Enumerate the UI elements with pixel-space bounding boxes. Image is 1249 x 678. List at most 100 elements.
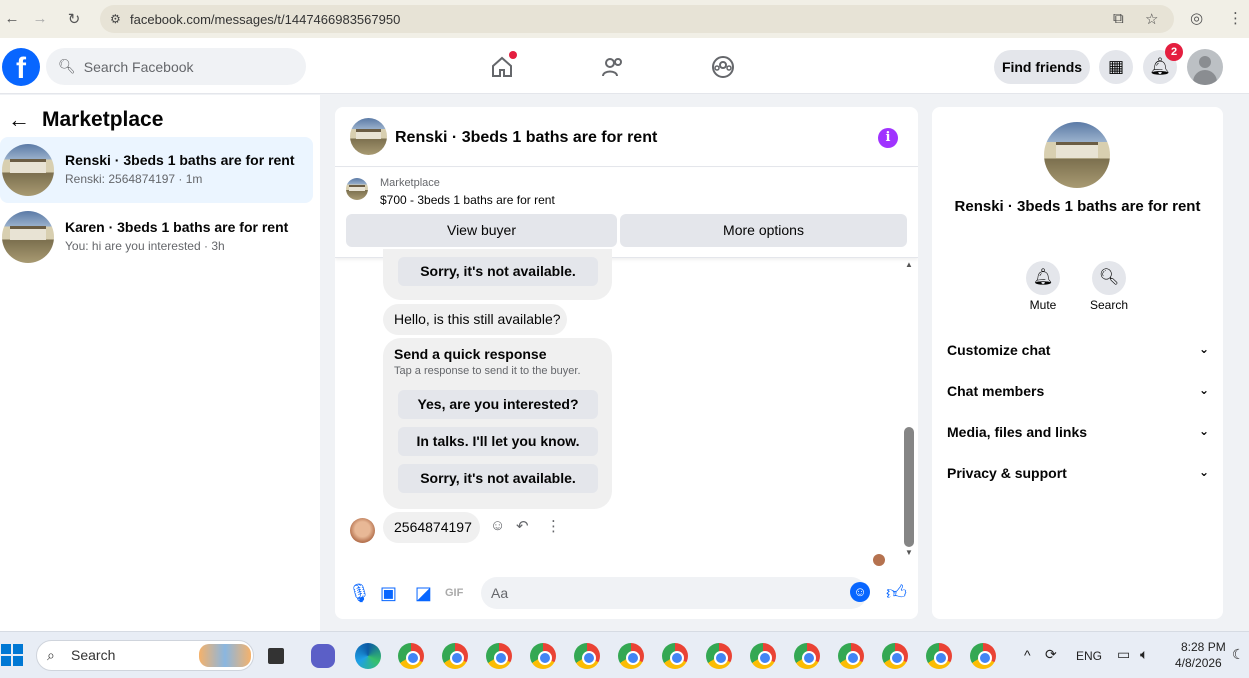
sync-icon[interactable]: ⟳ <box>1045 646 1057 663</box>
microphone-icon[interactable]: 🎙︎ <box>348 583 371 604</box>
taskbar-search-label: Search <box>71 647 116 663</box>
chrome-icon[interactable] <box>838 643 864 669</box>
taskbar-search-input[interactable]: ⌕ Search <box>36 640 254 671</box>
chrome-icon[interactable] <box>618 643 644 669</box>
conversation-item[interactable]: Renski · 3beds 1 baths are for rent Rens… <box>0 137 313 203</box>
conversation-name: Renski · 3beds 1 baths are for rent <box>65 152 295 168</box>
forward-arrow-icon[interactable]: → <box>28 10 52 27</box>
chrome-icon[interactable] <box>662 643 688 669</box>
notification-count-badge: 2 <box>1165 43 1183 61</box>
install-app-icon[interactable]: ⧉ <box>1113 10 1124 27</box>
more-actions-icon[interactable]: ⋮ <box>546 517 561 535</box>
notification-moon-icon[interactable]: ☾ <box>1232 646 1245 663</box>
address-bar[interactable]: ⚙ facebook.com/messages/t/14474669835679… <box>100 5 1174 33</box>
conversation-item[interactable]: Karen · 3beds 1 baths are for rent You: … <box>0 204 313 270</box>
section-label: Customize chat <box>947 342 1051 358</box>
facebook-logo-icon[interactable]: f <box>2 48 40 86</box>
chat-info-title: Renski · 3beds 1 baths are for rent <box>954 198 1201 215</box>
language-indicator[interactable]: ENG <box>1076 649 1102 663</box>
facebook-search-input[interactable]: 🔍︎ Search Facebook <box>46 48 306 85</box>
listing-thumbnail <box>2 144 54 196</box>
search-icon: ⌕ <box>47 647 55 663</box>
start-button-icon[interactable] <box>1 644 23 666</box>
sticker-icon[interactable]: ◪ <box>415 583 432 604</box>
url-text: facebook.com/messages/t/1447466983567950 <box>130 11 401 27</box>
chrome-icon[interactable] <box>530 643 556 669</box>
back-arrow-icon[interactable]: ← <box>8 107 30 133</box>
logo-letter: f <box>16 52 26 85</box>
mute-bell-icon[interactable]: 🔔︎ <box>1026 261 1060 295</box>
home-notification-dot <box>509 51 517 59</box>
listing-photo <box>1044 122 1110 188</box>
chrome-icon[interactable] <box>882 643 908 669</box>
marketplace-listing-bar: Marketplace $700 - 3beds 1 baths are for… <box>335 168 918 258</box>
chrome-icon[interactable] <box>574 643 600 669</box>
message-input[interactable]: Aa <box>481 577 867 609</box>
conversation-preview: Renski: 2564874197 · 1m <box>65 172 203 186</box>
like-thumb-icon[interactable]: 👍︎ <box>886 581 907 605</box>
section-media-files-links[interactable]: Media, files and links ⌄ <box>947 424 1209 440</box>
react-emoji-icon[interactable]: ☺ <box>490 517 505 534</box>
message-scrollbar[interactable]: ▲ ▼ <box>904 260 914 557</box>
quick-reply-option[interactable]: Yes, are you interested? <box>398 390 598 419</box>
menu-icon[interactable]: ⋮ <box>1228 9 1243 27</box>
home-icon[interactable] <box>489 51 517 80</box>
profile-icon[interactable]: ◎ <box>1190 9 1203 27</box>
sidebar-title-text: Marketplace <box>42 108 164 131</box>
photo-icon[interactable]: ▣ <box>380 583 397 604</box>
menu-grid-icon[interactable]: ▦ <box>1099 50 1133 84</box>
quick-reply-option[interactable]: Sorry, it's not available. <box>398 257 598 286</box>
view-buyer-button[interactable]: View buyer <box>346 214 617 247</box>
groups-icon[interactable] <box>710 54 736 80</box>
account-avatar[interactable] <box>1187 49 1223 85</box>
chrome-icon[interactable] <box>706 643 732 669</box>
listing-thumbnail <box>2 211 54 263</box>
friends-icon[interactable] <box>600 54 626 80</box>
task-view-icon[interactable] <box>268 648 284 664</box>
network-icon[interactable]: ▭ <box>1117 646 1130 663</box>
chat-avatar[interactable] <box>350 118 387 155</box>
chrome-icon[interactable] <box>486 643 512 669</box>
scroll-down-arrow-icon[interactable]: ▼ <box>905 548 913 557</box>
chrome-icon[interactable] <box>750 643 776 669</box>
section-chat-members[interactable]: Chat members ⌄ <box>947 383 1209 399</box>
reply-icon[interactable]: ↶ <box>516 517 529 535</box>
message-text: Hello, is this still available? <box>394 311 561 327</box>
find-friends-button[interactable]: Find friends <box>994 50 1090 84</box>
sender-avatar[interactable] <box>350 518 375 543</box>
chrome-icon[interactable] <box>442 643 468 669</box>
show-hidden-icons-icon[interactable]: ^ <box>1024 647 1031 663</box>
site-settings-icon[interactable]: ⚙ <box>110 12 130 26</box>
section-privacy-support[interactable]: Privacy & support ⌄ <box>947 465 1209 481</box>
info-icon[interactable]: i <box>878 128 898 148</box>
chat-header: Renski · 3beds 1 baths are for rent i <box>335 107 918 167</box>
clock-date[interactable]: 4/8/2026 <box>1175 656 1222 670</box>
emoji-icon[interactable]: ☺ <box>850 582 870 602</box>
facebook-header: f 🔍︎ Search Facebook Find friends ▦ 🔔︎ 2 <box>0 38 1249 94</box>
quick-reply-option[interactable]: In talks. I'll let you know. <box>398 427 598 456</box>
quick-reply-option[interactable]: Sorry, it's not available. <box>398 464 598 493</box>
browser-toolbar: ← → ↻ ⚙ facebook.com/messages/t/14474669… <box>0 0 1249 38</box>
scrollbar-thumb[interactable] <box>904 427 914 547</box>
volume-icon[interactable]: 🔈︎ <box>1140 646 1148 663</box>
edge-browser-icon[interactable] <box>355 643 381 669</box>
message-bubble: 2564874197 <box>383 512 480 543</box>
search-icon[interactable]: 🔍︎ <box>1092 261 1126 295</box>
quick-response-subtitle: Tap a response to send it to the buyer. <box>394 365 581 377</box>
scroll-up-arrow-icon[interactable]: ▲ <box>905 260 913 269</box>
gif-icon[interactable]: GIF <box>445 587 463 599</box>
chrome-icon[interactable] <box>398 643 424 669</box>
reload-icon[interactable]: ↻ <box>62 10 86 28</box>
more-options-button[interactable]: More options <box>620 214 907 247</box>
chat-app-icon[interactable] <box>311 644 335 668</box>
chrome-icon[interactable] <box>970 643 996 669</box>
section-customize-chat[interactable]: Customize chat ⌄ <box>947 342 1209 358</box>
chat-title[interactable]: Renski · 3beds 1 baths are for rent <box>395 129 657 147</box>
chrome-icon[interactable] <box>926 643 952 669</box>
chrome-icon[interactable] <box>794 643 820 669</box>
bookmark-star-icon[interactable]: ☆ <box>1145 10 1158 28</box>
back-arrow-icon[interactable]: ← <box>0 10 24 27</box>
section-label: Media, files and links <box>947 424 1088 440</box>
search-highlight-image <box>199 644 251 667</box>
clock-time[interactable]: 8:28 PM <box>1181 640 1226 654</box>
